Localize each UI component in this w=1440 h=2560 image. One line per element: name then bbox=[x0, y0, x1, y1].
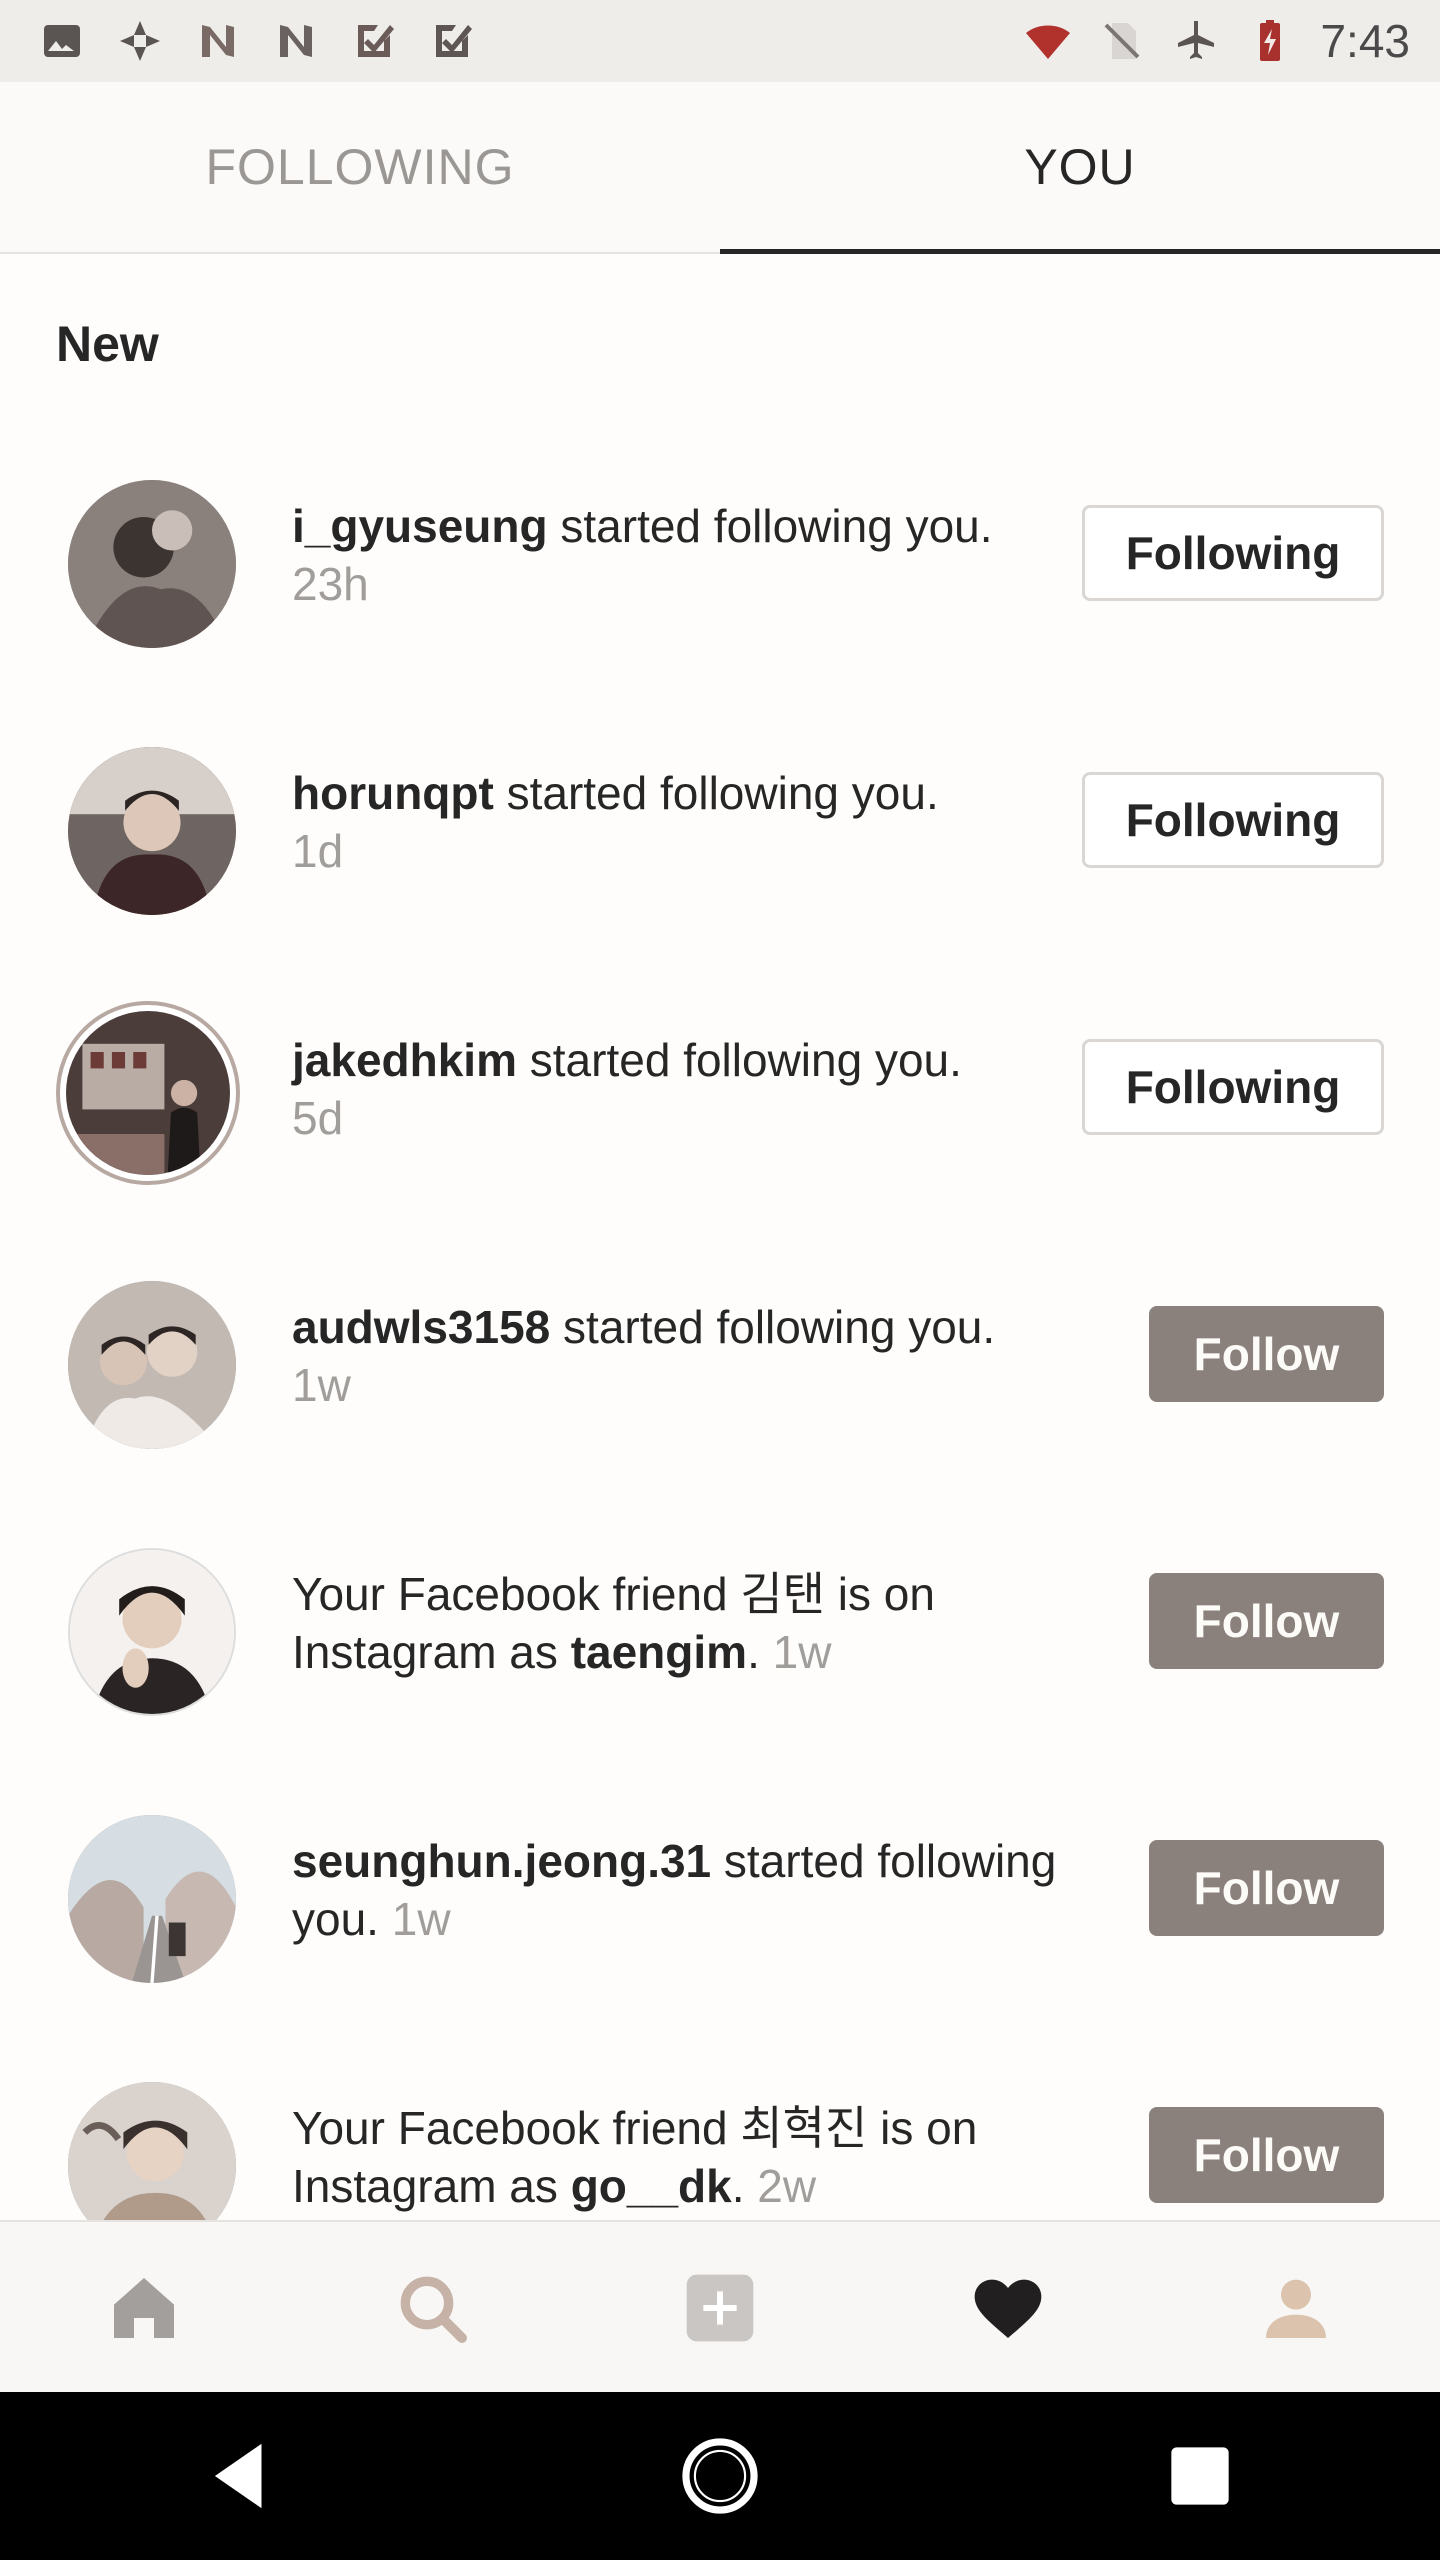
check-app-icon bbox=[350, 17, 398, 65]
profile-icon[interactable] bbox=[1236, 2248, 1356, 2368]
notification-message: started following you. bbox=[493, 767, 939, 819]
follow-button[interactable]: Follow bbox=[1149, 1306, 1384, 1402]
image-icon bbox=[38, 17, 86, 65]
notification-username[interactable]: horunqpt bbox=[292, 767, 494, 819]
notification-time: 1w bbox=[391, 1893, 451, 1945]
add-post-icon[interactable] bbox=[660, 2248, 780, 2368]
notification-message: started following you. bbox=[517, 1034, 962, 1086]
notification-text: audwls3158 started following you. 1w bbox=[292, 1298, 1092, 1414]
avatar[interactable] bbox=[68, 747, 236, 915]
following-button[interactable]: Following bbox=[1082, 505, 1384, 601]
notification-text: i_gyuseung started following you. 23h bbox=[292, 497, 1092, 613]
following-button[interactable]: Following bbox=[1082, 772, 1384, 868]
search-icon[interactable] bbox=[372, 2248, 492, 2368]
notification-list: i_gyuseung started following you. 23h Fo… bbox=[0, 445, 1440, 2314]
notification-icons bbox=[0, 17, 476, 65]
avatar[interactable] bbox=[68, 1815, 236, 1983]
recents-icon[interactable] bbox=[1140, 2416, 1260, 2536]
heart-icon[interactable] bbox=[948, 2248, 1068, 2368]
notification-username[interactable]: seunghun.jeong.31 bbox=[292, 1835, 711, 1887]
notification-row: Your Facebook friend 김탠 is on Instagram … bbox=[0, 1513, 1440, 1780]
avatar[interactable] bbox=[68, 480, 236, 648]
system-status: 7:43 bbox=[1024, 14, 1440, 68]
notification-message: started following you. bbox=[550, 1301, 996, 1353]
n-logo-icon bbox=[272, 17, 320, 65]
battery-charging-icon bbox=[1246, 17, 1294, 65]
home-icon[interactable] bbox=[84, 2248, 204, 2368]
back-icon[interactable] bbox=[180, 2416, 300, 2536]
bottom-navigation bbox=[0, 2220, 1440, 2394]
section-title-new: New bbox=[56, 316, 159, 372]
notification-text: Your Facebook friend 최혁진 is on Instagram… bbox=[292, 2099, 1112, 2215]
notification-username[interactable]: taengim bbox=[571, 1626, 747, 1678]
notification-suffix: . bbox=[747, 1626, 773, 1678]
follow-button[interactable]: Follow bbox=[1149, 1573, 1384, 1669]
no-sim-icon bbox=[1098, 17, 1146, 65]
notification-row: i_gyuseung started following you. 23h Fo… bbox=[0, 445, 1440, 712]
notification-username[interactable]: audwls3158 bbox=[292, 1301, 550, 1353]
clock: 7:43 bbox=[1320, 15, 1410, 67]
system-navigation-bar bbox=[0, 2392, 1440, 2560]
avatar-with-story-ring[interactable] bbox=[56, 1001, 240, 1185]
follow-button[interactable]: Follow bbox=[1149, 1840, 1384, 1936]
activity-tabs: FOLLOWING YOU bbox=[0, 82, 1440, 254]
home-circle-icon[interactable] bbox=[660, 2416, 780, 2536]
airplane-icon bbox=[1172, 17, 1220, 65]
notification-username[interactable]: jakedhkim bbox=[292, 1034, 517, 1086]
follow-button[interactable]: Follow bbox=[1149, 2107, 1384, 2203]
notification-row: seunghun.jeong.31 started following you.… bbox=[0, 1780, 1440, 2047]
wifi-icon bbox=[1024, 17, 1072, 65]
notification-text: horunqpt started following you. 1d bbox=[292, 764, 1092, 880]
pinwheel-icon bbox=[116, 17, 164, 65]
notification-text: seunghun.jeong.31 started following you.… bbox=[292, 1832, 1112, 1948]
notification-time: 23h bbox=[292, 558, 369, 610]
tab-following[interactable]: FOLLOWING bbox=[0, 82, 720, 252]
avatar[interactable] bbox=[68, 1548, 236, 1716]
notification-time: 1d bbox=[292, 825, 344, 877]
check-app-icon bbox=[428, 17, 476, 65]
notification-row: horunqpt started following you. 1d Follo… bbox=[0, 712, 1440, 979]
status-bar: 7:43 bbox=[0, 0, 1440, 82]
notification-username[interactable]: go__dk bbox=[571, 2160, 732, 2212]
notification-time: 1w bbox=[772, 1626, 832, 1678]
notification-suffix: . bbox=[731, 2160, 758, 2212]
avatar[interactable] bbox=[68, 1281, 236, 1449]
notification-time: 1w bbox=[292, 1359, 351, 1411]
notification-message: started following you. bbox=[547, 500, 993, 552]
tab-you[interactable]: YOU bbox=[720, 82, 1440, 254]
notification-time: 2w bbox=[757, 2160, 817, 2212]
notification-username[interactable]: i_gyuseung bbox=[292, 500, 548, 552]
notification-text: jakedhkim started following you. 5d bbox=[292, 1031, 1092, 1147]
notification-text: Your Facebook friend 김탠 is on Instagram … bbox=[292, 1565, 1112, 1681]
notification-row: jakedhkim started following you. 5d Foll… bbox=[0, 979, 1440, 1246]
notification-time: 5d bbox=[292, 1092, 344, 1144]
n-logo-icon bbox=[194, 17, 242, 65]
following-button[interactable]: Following bbox=[1082, 1039, 1384, 1135]
notification-row: audwls3158 started following you. 1w Fol… bbox=[0, 1246, 1440, 1513]
